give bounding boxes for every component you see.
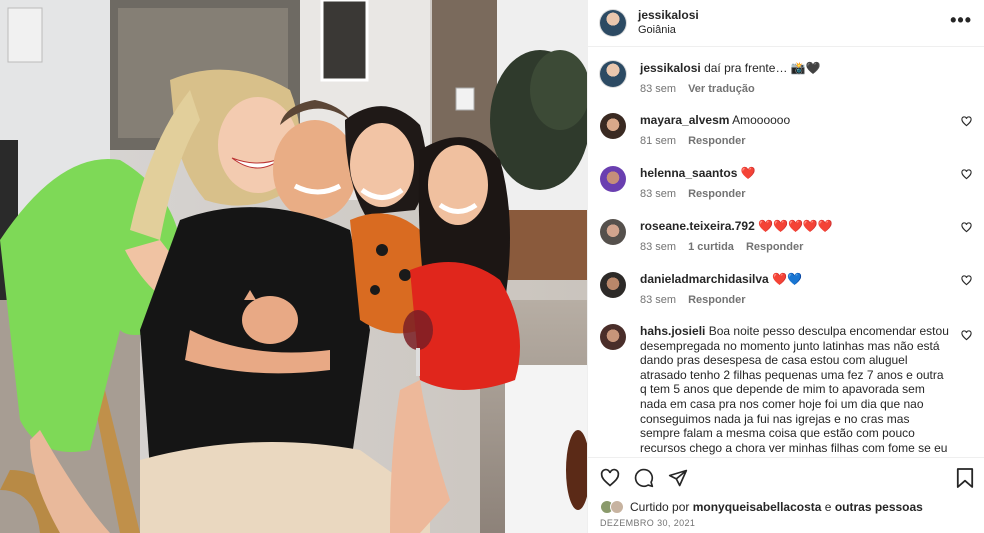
more-horizontal-icon[interactable]: •••	[950, 10, 972, 31]
commenter-avatar[interactable]	[600, 324, 626, 350]
comment-time[interactable]: 83 sem	[640, 187, 676, 202]
comment-text: ❤️	[740, 166, 756, 180]
comment-text: ❤️❤️❤️❤️❤️	[758, 219, 833, 233]
liked-by-joiner: e	[824, 500, 832, 514]
liked-by: Curtido por monyqueisabellacosta e outra…	[600, 500, 972, 514]
post-photo[interactable]	[0, 0, 587, 533]
caption-text: daí pra frente… 📸🖤	[704, 61, 821, 75]
liker-avatar[interactable]	[610, 500, 624, 514]
commenter-avatar[interactable]	[600, 166, 626, 192]
commenter-username[interactable]: mayara_alvesm	[640, 113, 729, 127]
translate-link[interactable]: Ver tradução	[688, 82, 755, 97]
comment-heart-icon[interactable]	[961, 275, 972, 286]
reply-button[interactable]: Responder	[688, 134, 745, 149]
comment-icon[interactable]	[634, 468, 654, 488]
comment-time[interactable]: 83 sem	[640, 240, 676, 255]
commenter-username[interactable]: helenna_saantos	[640, 166, 737, 180]
comment-time[interactable]: 83 sem	[640, 293, 676, 308]
liked-by-others[interactable]: outras pessoas	[835, 500, 923, 514]
comment-item: roseane.teixeira.792 ❤️❤️❤️❤️❤️ 83 sem 1…	[600, 219, 972, 254]
author-username[interactable]: jessikalosi	[638, 8, 699, 23]
reply-button[interactable]: Responder	[688, 187, 745, 202]
caption-avatar[interactable]	[600, 61, 626, 87]
send-icon[interactable]	[668, 468, 688, 488]
liked-by-prefix: Curtido por	[630, 500, 690, 514]
comment-time[interactable]: 81 sem	[640, 134, 676, 149]
comment-item: mayara_alvesm Amoooooo 81 sem Responder	[600, 113, 972, 148]
commenter-username[interactable]: danieladmarchidasilva	[640, 272, 769, 286]
post-location[interactable]: Goiânia	[638, 23, 699, 38]
comment-heart-icon[interactable]	[961, 222, 972, 233]
commenter-username[interactable]: hahs.josieli	[640, 324, 705, 338]
commenter-avatar[interactable]	[600, 113, 626, 139]
comment-heart-icon[interactable]	[961, 169, 972, 180]
bookmark-icon[interactable]	[956, 468, 974, 488]
likes-count[interactable]: 1 curtida	[688, 240, 734, 255]
caption-time[interactable]: 83 sem	[640, 82, 676, 97]
post-actions: Curtido por monyqueisabellacosta e outra…	[588, 457, 984, 533]
liked-by-user[interactable]: monyqueisabellacosta	[693, 500, 822, 514]
caption-item: jessikalosi daí pra frente… 📸🖤 83 sem Ve…	[600, 61, 972, 96]
comment-text: Amoooooo	[732, 113, 791, 127]
post-header: jessikalosi Goiânia •••	[588, 0, 984, 47]
commenter-avatar[interactable]	[600, 219, 626, 245]
comments-list[interactable]: jessikalosi daí pra frente… 📸🖤 83 sem Ve…	[588, 47, 984, 457]
post-date[interactable]: DEZEMBRO 30, 2021	[600, 518, 972, 528]
caption-username[interactable]: jessikalosi	[640, 61, 701, 75]
author-avatar[interactable]	[600, 10, 626, 36]
comment-text: Boa noite pesso desculpa encomendar esto…	[640, 324, 949, 457]
heart-icon[interactable]	[600, 468, 620, 488]
comment-heart-icon[interactable]	[961, 116, 972, 127]
comment-heart-icon[interactable]	[961, 330, 972, 341]
instagram-post: jessikalosi Goiânia ••• jessikalosi daí …	[0, 0, 984, 533]
commenter-username[interactable]: roseane.teixeira.792	[640, 219, 755, 233]
comment-item: helenna_saantos ❤️ 83 sem Responder	[600, 166, 972, 201]
commenter-avatar[interactable]	[600, 272, 626, 298]
reply-button[interactable]: Responder	[746, 240, 803, 255]
comment-item: hahs.josieli Boa noite pesso desculpa en…	[600, 324, 952, 457]
comment-item: danieladmarchidasilva ❤️💙 83 sem Respond…	[600, 272, 972, 307]
photo-illustration	[0, 0, 587, 533]
comment-text: ❤️💙	[772, 272, 802, 286]
reply-button[interactable]: Responder	[688, 293, 745, 308]
post-side-panel: jessikalosi Goiânia ••• jessikalosi daí …	[587, 0, 984, 533]
